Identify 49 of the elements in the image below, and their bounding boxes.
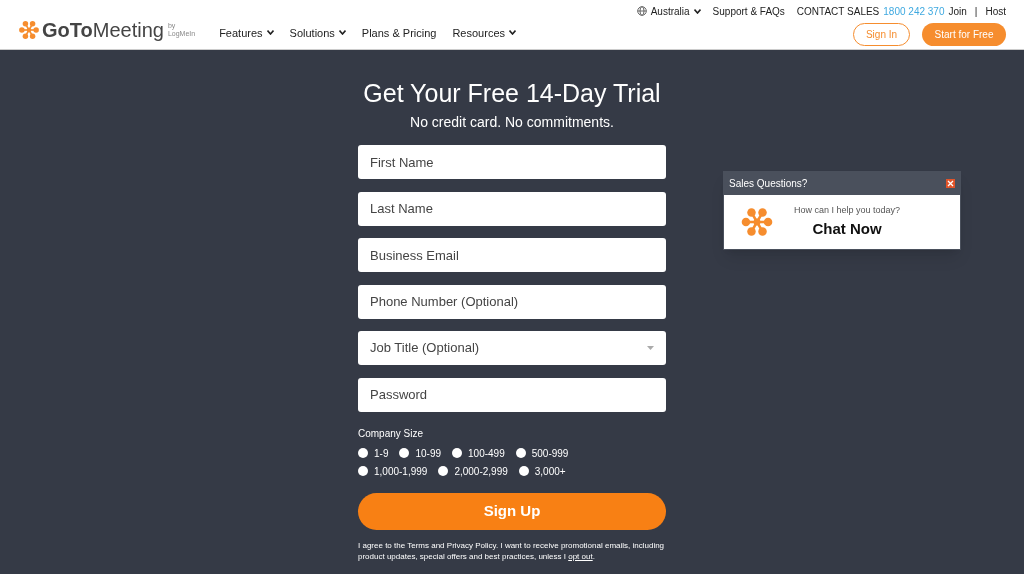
caret-icon [338, 30, 346, 36]
chat-now-link[interactable]: Chat Now [812, 217, 882, 240]
host-link[interactable]: Host [985, 3, 1006, 19]
caret-icon [266, 30, 274, 36]
field-label: Company Size [358, 426, 425, 441]
caret-icon [509, 30, 516, 36]
radio-button[interactable] [358, 448, 368, 458]
radio-label: 2,000-2,999 [454, 464, 508, 479]
nav-link[interactable]: Solutions [289, 24, 346, 41]
close-button[interactable] [946, 178, 955, 188]
separator: | [973, 4, 979, 19]
input-field[interactable]: Password [358, 377, 666, 412]
region-selector[interactable]: Australia [636, 3, 701, 19]
page-title: Get Your Free 14-Day Trial [362, 78, 662, 108]
page-subtitle: No credit card. No commitments. [409, 113, 615, 132]
nav-link[interactable]: Features [219, 24, 274, 41]
contact-sales-label: CONTACT SALES [796, 4, 880, 19]
input-field[interactable]: First Name [358, 145, 666, 179]
globe-icon [636, 6, 647, 16]
nav-link[interactable]: Resources [452, 24, 516, 41]
radio-button[interactable] [399, 448, 410, 458]
chat-title: Sales Questions? [729, 176, 808, 191]
radio-label: 10-99 [415, 446, 442, 461]
consent-text: I agree to the Terms and Privacy Policy. I want to receive promotional emails, including product updates, special offers and best practices, unless I opt out. [358, 539, 666, 562]
radio-button[interactable] [438, 466, 449, 476]
radio-label: 500-999 [531, 446, 569, 461]
close-icon [947, 179, 954, 187]
radio-label: 1,000-1,999 [374, 464, 428, 479]
chat-logo-icon [740, 205, 774, 239]
radio-label: 100-499 [468, 446, 505, 461]
radio-button[interactable] [358, 466, 368, 476]
nav-link[interactable]: Plans & Pricing [361, 24, 437, 41]
logo-icon [18, 19, 40, 41]
input-field[interactable]: Last Name [358, 191, 666, 226]
radio-label: 1-9 [374, 446, 389, 461]
radio-button[interactable] [452, 448, 463, 458]
radio-button[interactable] [515, 448, 526, 458]
radio-label: 3,000+ [534, 464, 566, 479]
support-link[interactable]: Support & FAQs [712, 3, 785, 19]
caret-icon [647, 346, 654, 350]
join-link[interactable]: Join [948, 3, 967, 19]
input-field[interactable]: Business Email [358, 238, 666, 272]
caret-icon [693, 8, 701, 14]
input-field[interactable]: Phone Number (Optional) [358, 284, 666, 319]
opt-out-link[interactable]: opt out [568, 551, 593, 561]
job-title-select[interactable]: Job Title (Optional) [358, 331, 666, 365]
radio-button[interactable] [518, 466, 529, 476]
brand-name[interactable]: GoToMeeting [42, 20, 164, 40]
chat-prompt: How can I help you today? [794, 204, 901, 217]
